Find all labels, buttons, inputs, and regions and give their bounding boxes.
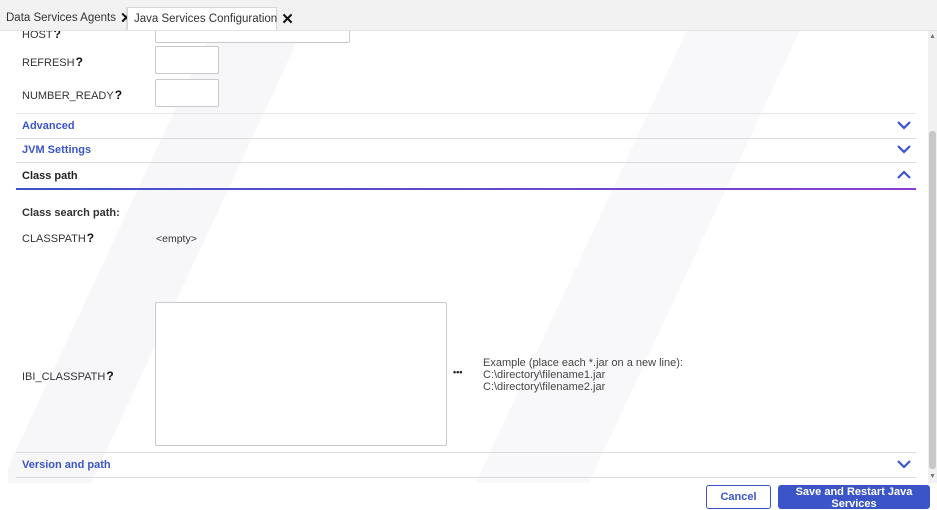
cancel-button[interactable]: Cancel: [706, 485, 771, 509]
example-line: C:\directory\filename1.jar: [483, 369, 606, 381]
help-icon[interactable]: ?: [87, 231, 94, 245]
section-advanced[interactable]: Advanced: [16, 113, 916, 139]
host-label: HOST?: [22, 31, 61, 41]
help-icon[interactable]: ?: [115, 88, 122, 102]
example-line: Example (place each *.jar on a new line)…: [483, 357, 683, 369]
tab-java-services-configuration[interactable]: Java Services Configuration ✕: [127, 7, 294, 30]
save-and-restart-button[interactable]: Save and Restart Java Services: [778, 485, 930, 510]
tab-label: Java Services Configuration: [134, 12, 278, 25]
section-title: Version and path: [22, 459, 111, 471]
section-class-path[interactable]: Class path: [16, 164, 916, 188]
scrollbar-thumb[interactable]: [929, 131, 936, 469]
help-icon[interactable]: ?: [54, 31, 61, 41]
section-jvm-settings[interactable]: JVM Settings: [16, 138, 916, 163]
host-input[interactable]: [155, 31, 350, 43]
tab-data-services-agents[interactable]: Data Services Agents ✕: [0, 7, 133, 30]
classpath-label-text: CLASSPATH: [22, 233, 86, 245]
section-version-and-path[interactable]: Version and path: [16, 452, 916, 478]
tab-label: Data Services Agents: [6, 12, 116, 24]
scroll-down-icon[interactable]: ▼: [929, 473, 936, 481]
section-divider: [16, 188, 916, 190]
refresh-input[interactable]: [155, 46, 219, 74]
number-ready-label-text: NUMBER_READY: [22, 90, 114, 102]
section-title: JVM Settings: [22, 144, 92, 156]
browse-button[interactable]: •••: [453, 367, 462, 377]
section-title: Class path: [22, 170, 78, 182]
chevron-up-icon[interactable]: [896, 169, 912, 181]
chevron-down-icon[interactable]: [896, 143, 912, 155]
number-ready-label: NUMBER_READY?: [22, 88, 122, 102]
tab-bar: Data Services Agents ✕ Java Services Con…: [0, 0, 937, 31]
scroll-up-icon[interactable]: ▲: [929, 33, 936, 41]
section-title: Advanced: [22, 120, 75, 132]
host-label-text: HOST: [22, 31, 53, 41]
refresh-label: REFRESH?: [22, 55, 83, 69]
classpath-label: CLASSPATH?: [22, 231, 94, 245]
chevron-down-icon[interactable]: [896, 458, 912, 470]
vertical-scrollbar[interactable]: ▲ ▼: [928, 31, 937, 483]
class-search-path-label: Class search path:: [22, 207, 120, 219]
ibi-classpath-textarea[interactable]: [155, 302, 447, 446]
chevron-down-icon[interactable]: [896, 119, 912, 131]
refresh-label-text: REFRESH: [22, 57, 75, 69]
example-line: C:\directory\filename2.jar: [483, 381, 606, 393]
help-icon[interactable]: ?: [106, 369, 113, 383]
close-icon[interactable]: ✕: [281, 12, 294, 27]
ibi-classpath-label-text: IBI_CLASSPATH: [22, 371, 106, 383]
help-icon[interactable]: ?: [76, 55, 83, 69]
example-text: Example (place each *.jar on a new line)…: [483, 357, 683, 393]
classpath-value: <empty>: [156, 233, 197, 245]
number-ready-input[interactable]: [155, 79, 219, 107]
footer: Cancel Save and Restart Java Services: [0, 483, 937, 510]
ibi-classpath-label: IBI_CLASSPATH?: [22, 369, 114, 383]
config-panel: HOST? REFRESH? NUMBER_READY? Advanced JV…: [8, 31, 928, 483]
